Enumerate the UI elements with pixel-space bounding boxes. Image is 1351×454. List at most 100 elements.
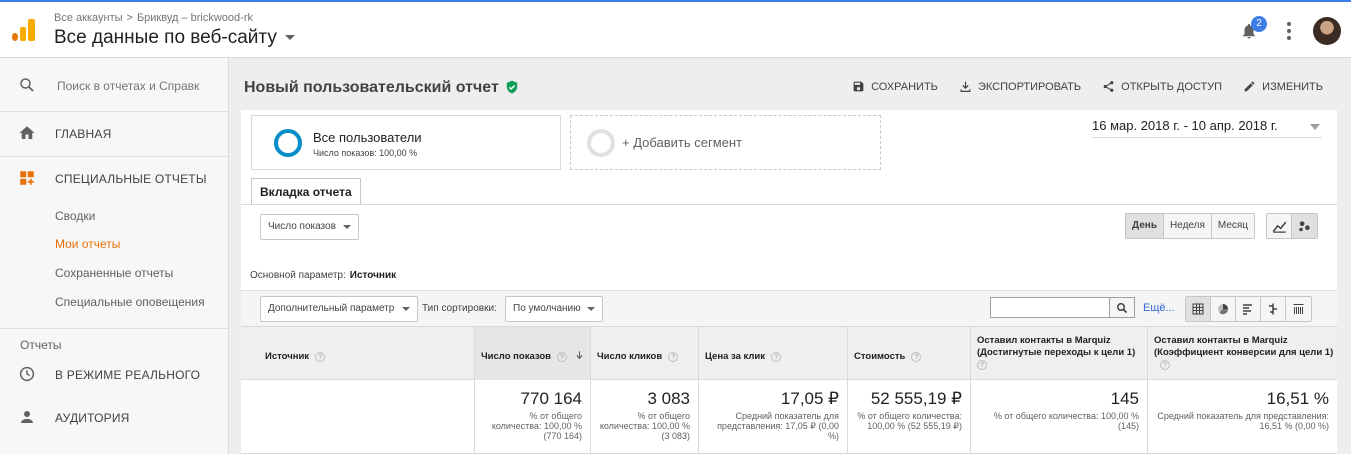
- person-icon: [21, 411, 33, 423]
- report-panel: Все пользователи Число показов: 100,00 %…: [241, 110, 1337, 454]
- search-icon: [1117, 302, 1128, 313]
- sidebar-divider: [0, 156, 228, 157]
- page-title: Новый пользовательский отчет: [244, 79, 519, 97]
- sidebar-item-realtime[interactable]: В РЕЖИМЕ РЕАЛЬНОГО: [0, 364, 228, 384]
- help-icon[interactable]: ?: [556, 352, 567, 362]
- sidebar-subitem-saved-reports[interactable]: Сохраненные отчеты: [55, 266, 173, 280]
- add-segment-label: + Добавить сегмент: [622, 135, 743, 150]
- column-header-goal1-conversion[interactable]: Оставил контакты в Marquiz (Коэффициент …: [1147, 327, 1337, 380]
- table-view-toggle: [1185, 296, 1312, 322]
- search-icon: [20, 78, 34, 92]
- edit-button[interactable]: ИЗМЕНИТЬ: [1243, 80, 1323, 93]
- sidebar-subitem-custom-alerts[interactable]: Специальные оповещения: [55, 295, 205, 309]
- export-button[interactable]: ЭКСПОРТИРОВАТЬ: [959, 80, 1081, 93]
- line-chart-button[interactable]: [1267, 214, 1292, 238]
- table-toolbar: Дополнительный параметр Тип сортировки: …: [241, 290, 1337, 326]
- sort-type-select[interactable]: По умолчанию: [505, 296, 603, 322]
- sidebar-subitem-summaries[interactable]: Сводки: [55, 209, 95, 223]
- grid-icon: [1192, 303, 1204, 315]
- metric-select[interactable]: Число показов: [260, 214, 359, 240]
- empty-segment-ring-icon: [587, 129, 615, 157]
- column-header-impressions[interactable]: Число показов?: [474, 327, 590, 380]
- chevron-down-icon: [1310, 124, 1320, 130]
- breadcrumb[interactable]: Все аккаунты > Бриквуд – brickwood-rk: [54, 12, 253, 24]
- help-icon[interactable]: ?: [668, 352, 679, 362]
- avatar[interactable]: [1313, 17, 1341, 45]
- analytics-logo[interactable]: [12, 19, 36, 41]
- bar-list-icon: [1243, 304, 1252, 315]
- comparison-icon: [1269, 303, 1277, 315]
- add-segment-button[interactable]: + Добавить сегмент: [570, 115, 881, 170]
- breadcrumb-root[interactable]: Все аккаунты: [54, 12, 123, 24]
- chart-type-toggle: [1266, 213, 1318, 239]
- segment-all-users[interactable]: Все пользователи Число показов: 100,00 %: [251, 115, 561, 170]
- secondary-dimension-select[interactable]: Дополнительный параметр: [260, 296, 418, 322]
- download-icon: [960, 81, 971, 92]
- column-header-cpc[interactable]: Цена за клик?: [698, 327, 847, 380]
- pencil-icon: [1244, 81, 1255, 92]
- totals-impressions: 770 164% от общего количества: 100,00 % …: [474, 380, 590, 454]
- help-icon[interactable]: ?: [1160, 360, 1170, 370]
- sidebar-divider: [0, 328, 228, 329]
- advanced-link[interactable]: Ещё...: [1143, 302, 1175, 314]
- home-icon: [19, 126, 35, 139]
- chevron-down-icon: [587, 307, 595, 311]
- chevron-down-icon: [402, 307, 410, 311]
- pivot-icon: [1293, 304, 1304, 314]
- period-toggle: День Неделя Месяц: [1125, 213, 1256, 239]
- date-range-picker[interactable]: 16 мар. 2018 г. - 10 апр. 2018 г.: [1092, 118, 1322, 138]
- help-icon[interactable]: ?: [911, 352, 922, 362]
- report-actions: СОХРАНИТЬ ЭКСПОРТИРОВАТЬ ОТКРЫТЬ ДОСТУП …: [834, 80, 1323, 93]
- date-range-value: 16 мар. 2018 г. - 10 апр. 2018 г.: [1092, 118, 1278, 133]
- table-search-button[interactable]: [1110, 297, 1135, 318]
- sidebar-item-label: АУДИТОРИЯ: [55, 411, 130, 425]
- column-header-goal1-completions[interactable]: Оставил контакты в Marquiz (Достигнутые …: [970, 327, 1147, 380]
- table-view-button[interactable]: [1186, 297, 1211, 321]
- bubble-chart-icon: [1299, 221, 1310, 232]
- sidebar-item-custom-reports[interactable]: СПЕЦИАЛЬНЫЕ ОТЧЕТЫ: [0, 168, 228, 188]
- more-vert-icon[interactable]: [1286, 22, 1292, 40]
- sidebar-item-label: В РЕЖИМЕ РЕАЛЬНОГО: [55, 368, 201, 382]
- chevron-down-icon: [284, 35, 295, 41]
- motion-chart-button[interactable]: [1292, 214, 1317, 238]
- performance-view-button[interactable]: [1236, 297, 1261, 321]
- totals-cpc: 17,05 ₽ Средний показатель для представле…: [698, 380, 847, 454]
- period-week-button[interactable]: Неделя: [1164, 214, 1212, 238]
- column-header-cost[interactable]: Стоимость?: [847, 327, 970, 380]
- chevron-down-icon: [343, 225, 351, 229]
- help-icon[interactable]: ?: [977, 360, 987, 370]
- column-header-clicks[interactable]: Число кликов?: [590, 327, 698, 380]
- sidebar-item-home[interactable]: ГЛАВНАЯ: [0, 124, 228, 144]
- breadcrumb-account[interactable]: Бриквуд – brickwood-rk: [137, 12, 253, 24]
- period-day-button[interactable]: День: [1126, 214, 1164, 238]
- share-icon: [1103, 81, 1114, 92]
- sidebar-item-audience[interactable]: АУДИТОРИЯ: [0, 407, 228, 427]
- help-icon[interactable]: ?: [771, 352, 782, 362]
- primary-dimension-value[interactable]: Источник: [350, 270, 396, 281]
- save-button[interactable]: СОХРАНИТЬ: [852, 80, 938, 93]
- period-month-button[interactable]: Месяц: [1212, 214, 1254, 238]
- tab-report[interactable]: Вкладка отчета: [251, 178, 361, 205]
- help-icon[interactable]: ?: [315, 352, 326, 362]
- table-search-input[interactable]: [990, 297, 1110, 318]
- sidebar-subitem-my-reports[interactable]: Мои отчеты: [55, 237, 120, 251]
- pivot-view-button[interactable]: [1286, 297, 1311, 321]
- report-title: Новый пользовательский отчет: [244, 79, 499, 96]
- sidebar-section-reports: Отчеты: [20, 338, 62, 352]
- notification-badge: 2: [1251, 16, 1267, 32]
- search-input[interactable]: Поиск в отчетах и Справк: [57, 79, 199, 93]
- view-selector[interactable]: Все данные по веб-сайту: [54, 27, 295, 49]
- table-header: Источник? Число показов? Число кликов? Ц…: [241, 326, 1337, 380]
- primary-dimension-label: Основной параметр:: [250, 270, 346, 281]
- view-title: Все данные по веб-сайту: [54, 27, 277, 48]
- line-chart-icon: [1272, 221, 1286, 233]
- column-header-source[interactable]: Источник?: [241, 327, 474, 380]
- share-button[interactable]: ОТКРЫТЬ ДОСТУП: [1102, 80, 1222, 93]
- clock-icon: [19, 366, 35, 382]
- comparison-view-button[interactable]: [1261, 297, 1286, 321]
- percentage-view-button[interactable]: [1211, 297, 1236, 321]
- breadcrumb-separator: >: [126, 12, 133, 24]
- sidebar: Поиск в отчетах и Справк ГЛАВНАЯ СПЕЦИАЛ…: [0, 58, 229, 454]
- totals-goal1-completions: 145% от общего количества: 100,00 % (145…: [970, 380, 1147, 454]
- sidebar-search[interactable]: Поиск в отчетах и Справк: [0, 58, 228, 112]
